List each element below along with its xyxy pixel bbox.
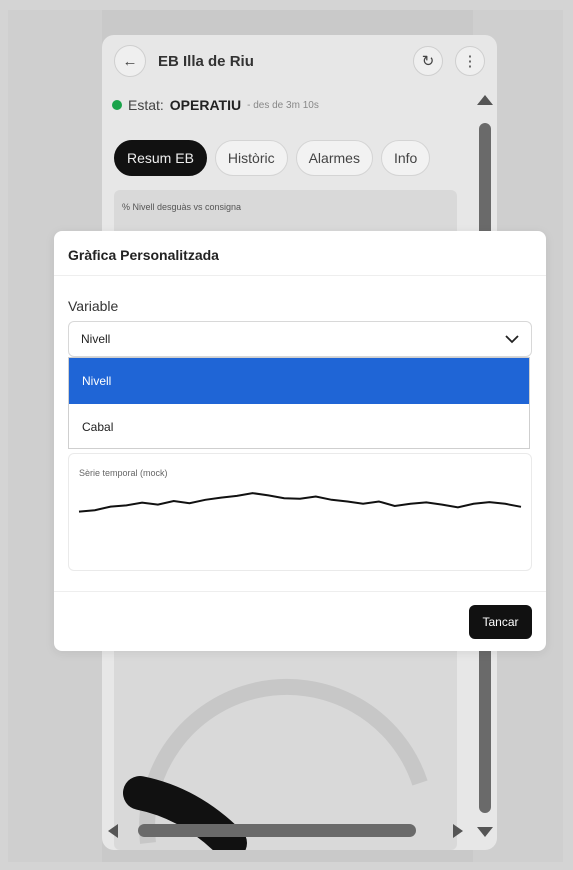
arrow-left-icon: ← xyxy=(122,52,138,70)
status-bar: Estat: OPERATIU - des de 3m 10s xyxy=(112,97,319,113)
tab-bar: Resum EB Històric Alarmes Info xyxy=(114,140,431,176)
hscroll-thumb[interactable] xyxy=(138,824,416,837)
divider xyxy=(54,591,546,592)
tab-info[interactable]: Info xyxy=(380,140,431,176)
variable-label: Variable xyxy=(68,298,119,314)
series-line xyxy=(78,492,522,513)
variable-options: Nivell Cabal xyxy=(68,357,530,449)
chart-panel: Sèrie temporal (mock) xyxy=(68,453,532,571)
option-cabal[interactable]: Cabal xyxy=(69,404,529,450)
tab-historic[interactable]: Històric xyxy=(214,140,288,176)
variable-select[interactable]: Nivell xyxy=(68,321,532,357)
tab-alarmes[interactable]: Alarmes xyxy=(295,140,373,176)
gauge-arc xyxy=(123,678,428,850)
app-header: ← EB Illa de Riu ↻ ⋮ xyxy=(102,35,497,87)
more-vertical-icon: ⋮ xyxy=(462,53,478,70)
status-dot xyxy=(112,100,122,110)
status-since: - des de 3m 10s xyxy=(247,99,319,111)
refresh-icon: ↻ xyxy=(421,53,435,70)
horizontal-scrollbar[interactable] xyxy=(108,820,463,840)
custom-chart-dialog: Gràfica Personalitzada Variable Nivell N… xyxy=(54,231,546,651)
card-label: % Nivell desguàs vs consigna xyxy=(122,202,242,212)
scroll-left-icon[interactable] xyxy=(108,824,118,838)
divider xyxy=(54,275,546,276)
line-chart xyxy=(78,492,522,513)
dialog-title: Gràfica Personalitzada xyxy=(68,247,219,263)
status-label: Estat: xyxy=(128,97,164,113)
scroll-down-icon[interactable] xyxy=(477,827,493,837)
scroll-up-icon[interactable] xyxy=(477,95,493,105)
option-nivell[interactable]: Nivell xyxy=(69,358,529,404)
page-title: EB Illa de Riu xyxy=(158,52,254,70)
more-button[interactable]: ⋮ xyxy=(455,46,485,76)
close-button[interactable]: Tancar xyxy=(469,605,532,639)
tab-resum-eb[interactable]: Resum EB xyxy=(114,140,207,176)
refresh-button[interactable]: ↻ xyxy=(413,46,443,76)
status-value: OPERATIU xyxy=(169,97,242,113)
back-button[interactable]: ← xyxy=(114,45,146,77)
selected-value: Nivell xyxy=(81,332,111,346)
scroll-right-icon[interactable] xyxy=(453,824,463,838)
chevron-down-icon xyxy=(505,335,519,344)
